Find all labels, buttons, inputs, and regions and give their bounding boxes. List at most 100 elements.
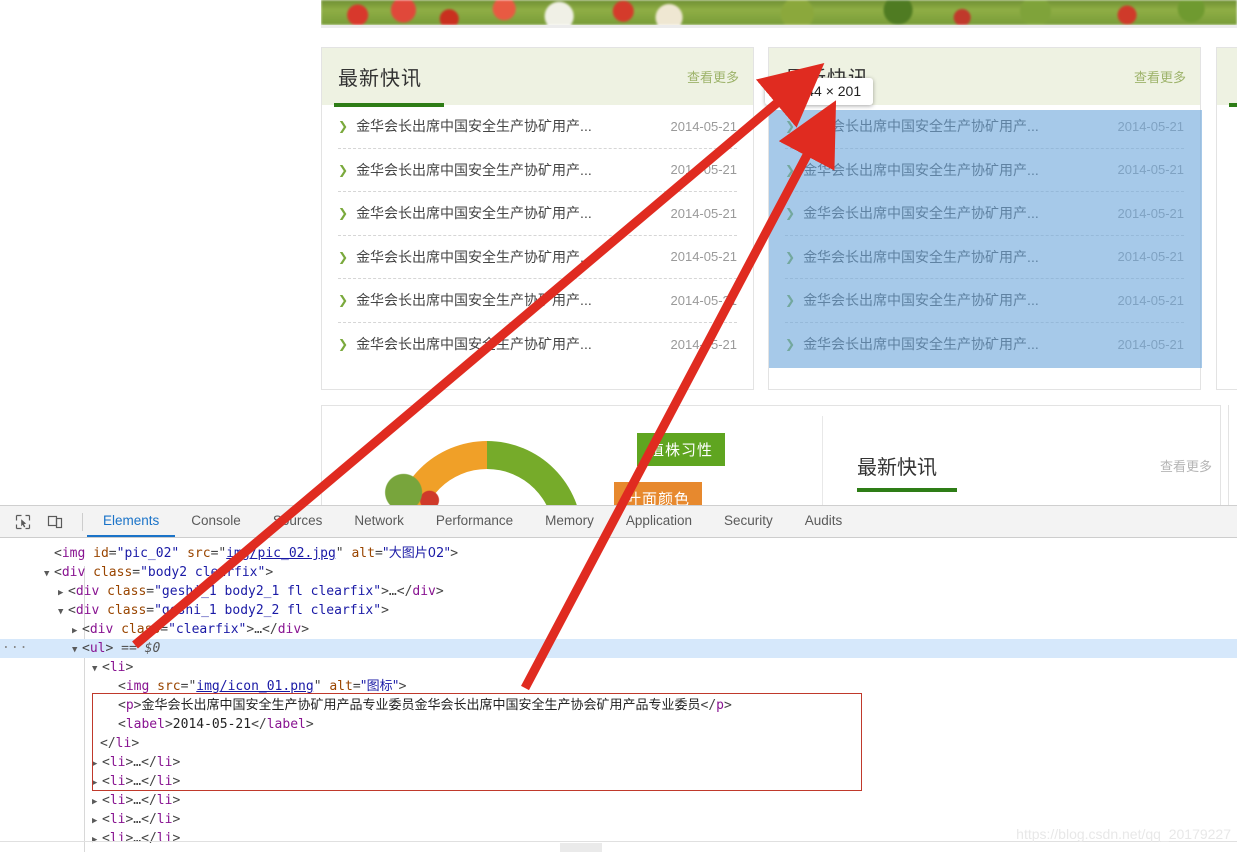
lower-right-edge <box>1228 405 1237 505</box>
dom-attr: id <box>93 546 109 561</box>
news-panel-1: 最新快讯 查看更多 ❯ 金华会长出席中国安全生产协矿用产... 2014-05-… <box>321 47 754 390</box>
dom-node-img-pic02[interactable]: <img id="pic_02" src="img/pic_02.jpg" al… <box>0 544 1237 563</box>
chevron-right-icon: ❯ <box>338 249 349 264</box>
panel-1-title: 最新快讯 <box>338 68 422 90</box>
screenshot-root: 最新快讯 查看更多 ❯ 金华会长出席中国安全生产协矿用产... 2014-05-… <box>0 0 1237 858</box>
device-toolbar-icon[interactable] <box>42 510 68 534</box>
strawberry-banner-graphic <box>321 0 1237 25</box>
mini-panel-header: 最新快讯 查看更多 <box>857 451 1212 492</box>
horizontal-scrollbar[interactable] <box>560 843 602 852</box>
news-date: 2014-05-21 <box>670 162 738 178</box>
dom-value: "body2 clearfix" <box>140 565 266 580</box>
dom-attr: src <box>187 546 211 561</box>
news-title: 金华会长出席中国安全生产协矿用产... <box>356 248 592 265</box>
tab-audits[interactable]: Audits <box>789 506 859 537</box>
dom-attr: alt <box>351 546 375 561</box>
tag-label-green[interactable]: 植株习性 <box>637 433 726 466</box>
dom-node-li-collapsed[interactable]: ▶ <li>…</li> <box>0 772 1237 791</box>
dom-value: "clearfix" <box>168 622 247 637</box>
donut-center-image <box>370 456 466 505</box>
list-item[interactable]: ❯ 金华会长出席中国安全生产协矿用产... 2014-05-21 <box>785 236 1184 279</box>
dom-node-li-img[interactable]: <img src="img/icon_01.png" alt="图标"> <box>0 677 1237 696</box>
news-date: 2014-05-21 <box>670 205 738 221</box>
list-item[interactable]: ❯ 金华会长出席中国安全生产协矿用产... 2014-05-21 <box>338 105 737 149</box>
dom-text-content: 金华会长出席中国安全生产协矿用产品专业委员金华会长出席中国安全生产协会矿用产品专… <box>141 698 701 713</box>
news-date: 2014-05-21 <box>670 249 738 265</box>
dom-value: "geshi_1 body2_2 fl clearfix" <box>154 603 382 618</box>
banner-image <box>321 0 1237 25</box>
list-item[interactable]: ❯ 金华会长出席中国安全生产协矿用产... 2014-05-21 <box>785 149 1185 192</box>
chevron-right-icon: ❯ <box>785 162 796 177</box>
news-date: 2014-05-21 <box>1117 336 1185 352</box>
panel-1-more-link[interactable]: 查看更多 <box>687 67 739 86</box>
panel-1-news-list: ❯ 金华会长出席中国安全生产协矿用产... 2014-05-21 ❯ 金华会长出… <box>322 105 753 366</box>
news-title: 金华会长出席中国安全生产协矿用产... <box>356 161 592 178</box>
chevron-right-icon: ❯ <box>785 206 796 221</box>
list-item[interactable]: ❯ 金华会长出席中国安全生产协矿用产... 2014-05-21 <box>338 279 737 323</box>
list-item[interactable]: ❯ 金华会长出席中国安全生产协矿用产... 2014-05-21 <box>785 323 1184 367</box>
inspect-element-icon[interactable] <box>10 510 36 534</box>
list-item[interactable]: ❯ 金华会长出席中国安全生产协矿用产... 2014-05-21 <box>785 192 1184 236</box>
mini-panel-title: 最新快讯 <box>857 451 957 492</box>
tooltip-tag-name: ul <box>777 83 790 99</box>
mini-panel-more-link[interactable]: 查看更多 <box>1160 456 1212 475</box>
dom-node-li-collapsed[interactable]: ▶ <li>…</li> <box>0 753 1237 772</box>
dom-node-li-open[interactable]: ▼ <li> <box>0 658 1237 677</box>
tab-sources[interactable]: Sources <box>257 506 339 537</box>
dom-node-div-body2[interactable]: ▼ <div class="body2 clearfix"> <box>0 563 1237 582</box>
dom-node-ul-selected[interactable]: ▼<ul> == $0 <box>0 635 1237 658</box>
panel-1-header: 最新快讯 查看更多 <box>322 48 753 107</box>
list-item[interactable]: ❯ 金华会长出席中国安全生产协矿用产... 2014-05-21 <box>785 279 1184 323</box>
tab-memory[interactable]: Memory <box>529 506 610 537</box>
news-panel-3-partial <box>1216 47 1237 390</box>
dom-link-value[interactable]: img/icon_01.png <box>196 679 313 694</box>
news-title: 金华会长出席中国安全生产协矿用产... <box>356 292 592 309</box>
banner-divider <box>321 25 1237 28</box>
news-title: 金华会长出席中国安全生产协矿用产... <box>803 248 1039 265</box>
list-item[interactable]: ❯ 金华会长出席中国安全生产协矿用产... 2014-05-21 <box>338 323 737 367</box>
chevron-right-icon: ❯ <box>338 337 349 352</box>
dom-node-li-collapsed[interactable]: ▶ <li>…</li> <box>0 791 1237 810</box>
news-date: 2014-05-21 <box>1117 162 1185 178</box>
tab-security[interactable]: Security <box>708 506 789 537</box>
dom-node-li-close[interactable]: </li> <box>0 734 1237 753</box>
news-title: 金华会长出席中国安全生产协矿用产... <box>356 205 592 222</box>
tab-performance[interactable]: Performance <box>420 506 529 537</box>
lower-content-section: 植株习性 叶面颜色 最新快讯 查看更多 <box>321 405 1221 505</box>
devtools-toolbar-icons <box>0 506 78 537</box>
dom-value: "大图片02" <box>382 546 451 561</box>
tab-console[interactable]: Console <box>175 506 257 537</box>
tab-elements[interactable]: Elements <box>87 506 176 537</box>
list-item[interactable]: ❯ 金华会长出席中国安全生产协矿用产... 2014-05-21 <box>338 149 738 192</box>
list-item[interactable]: ❯ 金华会长出席中国安全生产协矿用产... 2014-05-21 <box>785 105 1184 149</box>
news-title: 金华会长出席中国安全生产协矿用产... <box>803 336 1039 353</box>
panel-3-header <box>1217 48 1237 107</box>
news-date: 2014-05-21 <box>1117 205 1185 221</box>
dom-tag: ul <box>89 641 106 656</box>
dom-attr: src <box>157 679 181 694</box>
panel-2-news-list: ❯ 金华会长出席中国安全生产协矿用产... 2014-05-21 ❯ 金华会长出… <box>769 105 1200 366</box>
tooltip-dimensions: 344 × 201 <box>798 83 862 99</box>
panel-2-more-link[interactable]: 查看更多 <box>1134 67 1186 86</box>
tooltip-arrow <box>781 104 797 112</box>
dom-node-div-body2-2[interactable]: ▼ <div class="geshi_1 body2_2 fl clearfix… <box>0 601 1237 620</box>
dom-node-div-clearfix[interactable]: ▶ <div class="clearfix">…</div> <box>0 620 1237 639</box>
list-item[interactable]: ❯ 金华会长出席中国安全生产协矿用产... 2014-05-21 <box>338 192 737 236</box>
tab-application[interactable]: Application <box>610 506 708 537</box>
dom-node-li-label[interactable]: <label>2014-05-21</label> <box>0 715 1237 734</box>
list-item[interactable]: ❯ 金华会长出席中国安全生产协矿用产... 2014-05-21 <box>338 236 738 279</box>
dom-node-div-body2-1[interactable]: ▶ <div class="geshi_1 body2_1 fl clearfix… <box>0 582 1237 601</box>
chevron-right-icon: ❯ <box>338 293 349 308</box>
news-title: 金华会长出席中国安全生产协矿用产... <box>356 336 592 353</box>
tag-label-orange[interactable]: 叶面颜色 <box>614 482 703 505</box>
dom-node-li-p[interactable]: <p>金华会长出席中国安全生产协矿用产品专业委员金华会长出席中国安全生产协会矿用… <box>0 696 1237 715</box>
dom-selected-marker: == $0 <box>121 641 161 656</box>
news-title: 金华会长出席中国安全生产协矿用产... <box>803 161 1039 178</box>
chevron-right-icon: ❯ <box>785 293 796 308</box>
chevron-right-icon: ❯ <box>338 162 349 177</box>
devtools-panel: Elements Console Sources Network Perform… <box>0 505 1237 858</box>
tab-network[interactable]: Network <box>338 506 420 537</box>
dom-link-value[interactable]: img/pic_02.jpg <box>226 546 336 561</box>
watermark: https://blog.csdn.net/qq_20179227 <box>1016 826 1231 842</box>
chevron-right-icon: ❯ <box>785 119 796 134</box>
